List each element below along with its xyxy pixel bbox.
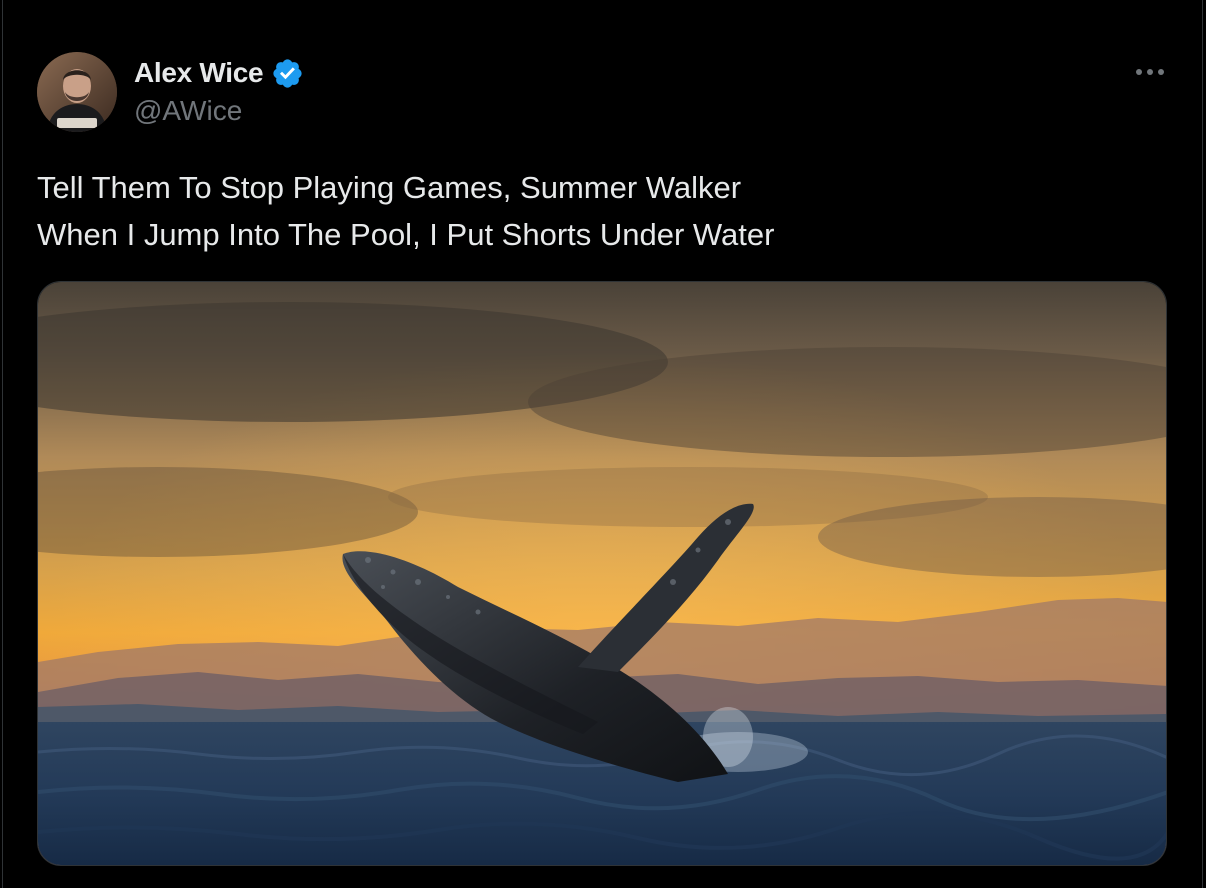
more-options-button[interactable] xyxy=(1128,58,1172,86)
tweet-text-line-2: When I Jump Into The Pool, I Put Shorts … xyxy=(37,217,775,252)
more-horizontal-icon xyxy=(1136,69,1164,75)
author-display-name[interactable]: Alex Wice xyxy=(134,57,264,89)
author-handle[interactable]: @AWice xyxy=(134,95,242,127)
frame-border-left xyxy=(2,0,3,888)
tweet-text: Tell Them To Stop Playing Games, Summer … xyxy=(37,164,1157,258)
tweet-text-line-1: Tell Them To Stop Playing Games, Summer … xyxy=(37,170,742,205)
whale-photo xyxy=(38,282,1166,865)
author-name-row: Alex Wice xyxy=(134,55,304,91)
avatar[interactable] xyxy=(37,52,117,132)
verified-badge-icon xyxy=(273,58,302,88)
tweet-media-photo[interactable] xyxy=(37,281,1167,866)
frame-border-right xyxy=(1202,0,1203,888)
